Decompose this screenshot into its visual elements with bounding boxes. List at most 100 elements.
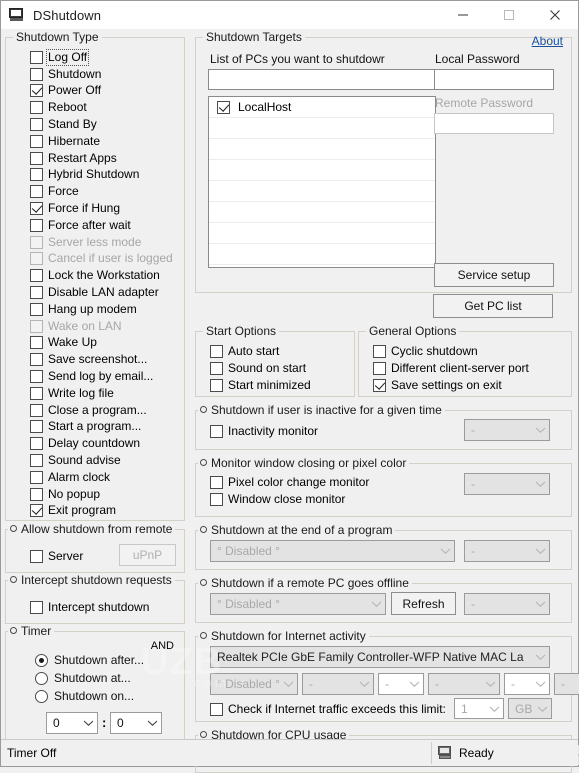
intercept-shutdown-checkbox-box[interactable] [30, 601, 43, 614]
general-option-different-client-server-port-box[interactable] [373, 362, 386, 375]
radio-icon[interactable] [35, 654, 48, 667]
refresh-button[interactable]: Refresh [391, 592, 456, 615]
shutdown-type-save-screenshot[interactable]: Save screenshot... [30, 351, 182, 368]
shutdown-type-close-a-program[interactable]: Close a program... [30, 402, 182, 419]
shutdown-type-lock-the-workstation[interactable]: Lock the Workstation [30, 267, 182, 284]
internet-dropdown-1[interactable]: ° Disabled ° [210, 673, 298, 695]
shutdown-type-reboot[interactable]: Reboot [30, 99, 182, 116]
maximize-button[interactable] [486, 1, 532, 29]
radio-icon[interactable] [35, 690, 48, 703]
internet-limit-unit-dropdown[interactable]: GB [508, 698, 552, 719]
radio-icon[interactable] [35, 672, 48, 685]
inactivity-monitor-checkbox-box[interactable] [210, 425, 223, 438]
intercept-shutdown-checkbox[interactable]: Intercept shutdown [30, 599, 149, 615]
start-option-sound-on-start[interactable]: Sound on start [210, 360, 311, 377]
shutdown-type-exit-program[interactable]: Exit program [30, 503, 182, 520]
shutdown-type-force-box[interactable] [30, 185, 43, 198]
upnp-button[interactable]: uPnP [119, 544, 176, 566]
collapse-toggle-icon[interactable] [200, 459, 207, 466]
shutdown-type-stand-by[interactable]: Stand By [30, 116, 182, 133]
shutdown-type-hang-up-modem-box[interactable] [30, 303, 43, 316]
collapse-toggle-icon[interactable] [200, 526, 207, 533]
shutdown-type-hybrid-shutdown[interactable]: Hybrid Shutdown [30, 167, 182, 184]
internet-limit-checkbox-box[interactable] [210, 703, 223, 716]
shutdown-type-wake-up-box[interactable] [30, 336, 43, 349]
remote-offline-side-dropdown[interactable]: - [464, 593, 550, 615]
timer-option-shutdown-on[interactable]: Shutdown on... [35, 687, 144, 705]
inactivity-monitor-checkbox[interactable]: Inactivity monitor [210, 423, 318, 439]
general-option-cyclic-shutdown-box[interactable] [373, 345, 386, 358]
shutdown-type-no-popup[interactable]: No popup [30, 486, 182, 503]
collapse-toggle-icon[interactable] [200, 406, 207, 413]
shutdown-type-close-a-program-box[interactable] [30, 404, 43, 417]
end-of-program-title[interactable]: Shutdown at the end of a program [198, 523, 395, 537]
shutdown-type-no-popup-box[interactable] [30, 488, 43, 501]
monitor-pixel-color-change-monitor-box[interactable] [210, 476, 223, 489]
timer-option-shutdown-after[interactable]: Shutdown after... [35, 651, 144, 669]
shutdown-type-restart-apps[interactable]: Restart Apps [30, 150, 182, 167]
shutdown-type-force-after-wait[interactable]: Force after wait [30, 217, 182, 234]
shutdown-type-power-off[interactable]: Power Off [30, 83, 182, 100]
monitor-window-dropdown[interactable]: - [464, 473, 550, 495]
inactivity-title[interactable]: Shutdown if user is inactive for a given… [198, 403, 445, 417]
general-option-different-client-server-port[interactable]: Different client-server port [373, 360, 529, 377]
shutdown-type-alarm-clock-box[interactable] [30, 471, 43, 484]
shutdown-type-restart-apps-box[interactable] [30, 152, 43, 165]
internet-dropdown-6[interactable]: - [554, 673, 579, 695]
timer-title[interactable]: Timer [8, 624, 54, 638]
monitor-pixel-color-change-monitor[interactable]: Pixel color change monitor [210, 474, 369, 491]
shutdown-type-wake-up[interactable]: Wake Up [30, 335, 182, 352]
timer-hours-dropdown[interactable]: 0 [46, 712, 98, 734]
shutdown-type-delay-countdown[interactable]: Delay countdown [30, 435, 182, 452]
shutdown-type-write-log-file[interactable]: Write log file [30, 385, 182, 402]
remote-offline-title[interactable]: Shutdown if a remote PC goes offline [198, 576, 412, 590]
shutdown-type-start-a-program[interactable]: Start a program... [30, 419, 182, 436]
shutdown-type-force-if-hung[interactable]: Force if Hung [30, 200, 182, 217]
internet-limit-value-dropdown[interactable]: 1 [454, 698, 504, 719]
allow-remote-title[interactable]: Allow shutdown from remote [8, 522, 175, 536]
local-password-input[interactable] [434, 69, 554, 90]
shutdown-type-sound-advise[interactable]: Sound advise [30, 452, 182, 469]
minimize-button[interactable] [440, 1, 486, 29]
shutdown-type-hibernate[interactable]: Hibernate [30, 133, 182, 150]
internet-activity-title[interactable]: Shutdown for Internet activity [198, 629, 369, 643]
shutdown-type-force-after-wait-box[interactable] [30, 219, 43, 232]
pc-list-item-checkbox[interactable] [217, 101, 230, 114]
start-option-start-minimized-box[interactable] [210, 379, 223, 392]
shutdown-type-reboot-box[interactable] [30, 101, 43, 114]
shutdown-type-disable-lan-adapter-box[interactable] [30, 286, 43, 299]
shutdown-type-power-off-box[interactable] [30, 84, 43, 97]
start-option-auto-start-box[interactable] [210, 345, 223, 358]
timer-minutes-dropdown[interactable]: 0 [110, 712, 162, 734]
shutdown-type-force-if-hung-box[interactable] [30, 202, 43, 215]
intercept-title[interactable]: Intercept shutdown requests [8, 573, 175, 587]
close-button[interactable] [532, 1, 578, 29]
shutdown-type-shutdown-box[interactable] [30, 68, 43, 81]
timer-option-shutdown-at[interactable]: Shutdown at... [35, 669, 144, 687]
collapse-toggle-icon[interactable] [200, 579, 207, 586]
collapse-toggle-icon[interactable] [200, 632, 207, 639]
start-option-start-minimized[interactable]: Start minimized [210, 377, 311, 394]
collapse-toggle-icon[interactable] [10, 576, 17, 583]
shutdown-type-write-log-file-box[interactable] [30, 387, 43, 400]
shutdown-type-disable-lan-adapter[interactable]: Disable LAN adapter [30, 284, 182, 301]
shutdown-type-stand-by-box[interactable] [30, 118, 43, 131]
internet-dropdown-2[interactable]: - [302, 673, 374, 695]
remote-password-input[interactable] [434, 113, 554, 134]
shutdown-type-hang-up-modem[interactable]: Hang up modem [30, 301, 182, 318]
end-of-program-dropdown[interactable]: ° Disabled ° [210, 540, 455, 562]
shutdown-type-send-log-by-email-box[interactable] [30, 370, 43, 383]
internet-dropdown-5[interactable]: - [504, 673, 550, 695]
shutdown-type-log-off-box[interactable] [30, 51, 43, 64]
shutdown-type-hibernate-box[interactable] [30, 135, 43, 148]
network-adapter-dropdown[interactable]: Realtek PCIe GbE Family Controller-WFP N… [210, 646, 550, 668]
shutdown-type-start-a-program-box[interactable] [30, 420, 43, 433]
shutdown-type-send-log-by-email[interactable]: Send log by email... [30, 368, 182, 385]
collapse-toggle-icon[interactable] [200, 731, 207, 738]
shutdown-type-alarm-clock[interactable]: Alarm clock [30, 469, 182, 486]
monitor-window-close-monitor[interactable]: Window close monitor [210, 491, 369, 508]
collapse-toggle-icon[interactable] [10, 627, 17, 634]
internet-limit-checkbox[interactable]: Check if Internet traffic exceeds this l… [210, 701, 446, 717]
service-setup-button[interactable]: Service setup [434, 263, 554, 287]
get-pc-list-button[interactable]: Get PC list [433, 294, 553, 318]
